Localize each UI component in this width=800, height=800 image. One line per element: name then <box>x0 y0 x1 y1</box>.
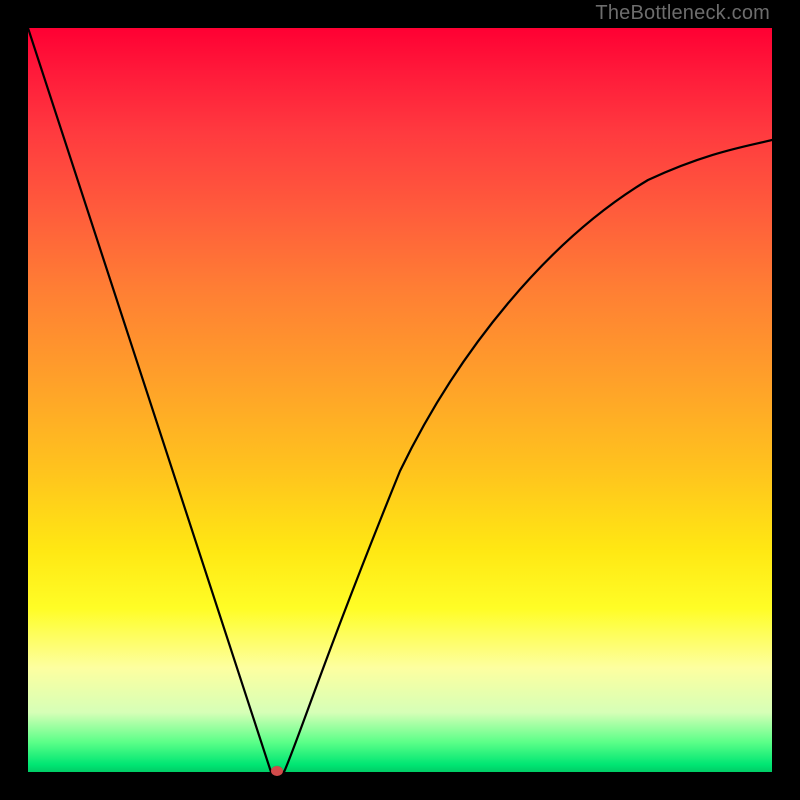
plot-area <box>28 28 772 772</box>
curve-path <box>28 28 772 772</box>
watermark-text: TheBottleneck.com <box>595 2 770 25</box>
bottleneck-curve <box>28 28 772 772</box>
chart-frame: TheBottleneck.com <box>0 0 800 800</box>
optimum-marker <box>271 766 283 776</box>
